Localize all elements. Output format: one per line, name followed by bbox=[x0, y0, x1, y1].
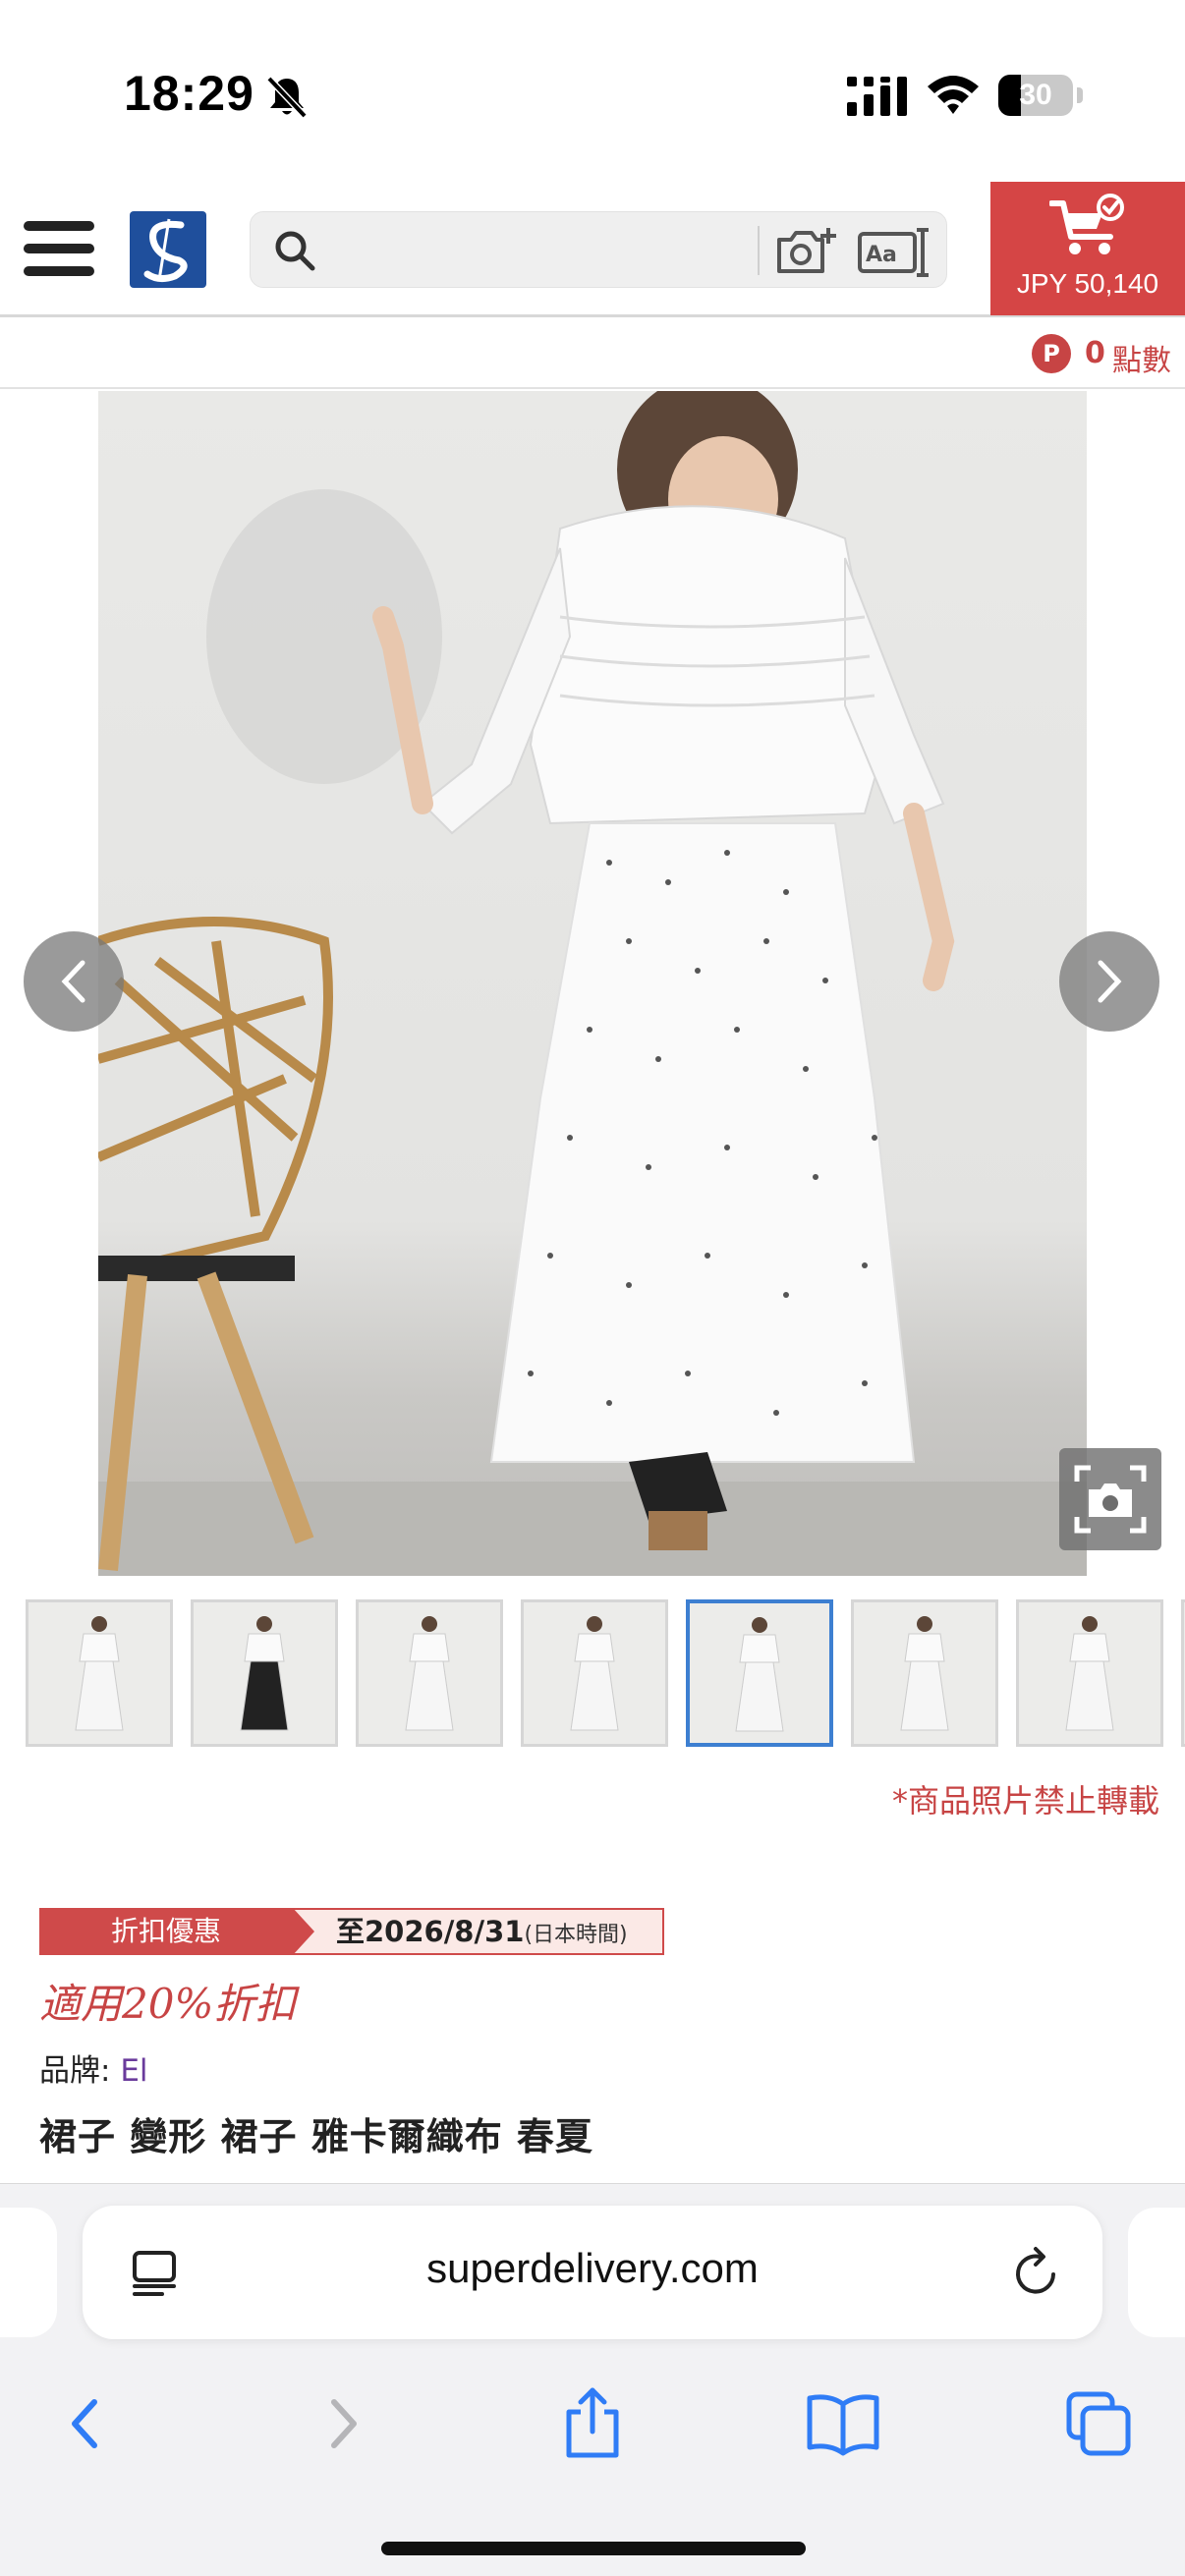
battery-level: 30 bbox=[1019, 79, 1052, 111]
promo-date: 至2026/8/31 bbox=[336, 1915, 525, 1948]
home-indicator bbox=[381, 2542, 806, 2555]
previous-tab-preview[interactable] bbox=[0, 2208, 57, 2337]
url-text: superdelivery.com bbox=[426, 2245, 759, 2291]
svg-text:Aa: Aa bbox=[866, 243, 897, 267]
next-tab-preview[interactable] bbox=[1128, 2208, 1185, 2337]
product-title: 裙子 變形 裙子 雅卡爾織布 春夏 bbox=[39, 2115, 593, 2158]
brand-label: 品牌: bbox=[39, 2053, 121, 2089]
cart-icon bbox=[1049, 194, 1124, 254]
share-icon[interactable] bbox=[553, 2384, 632, 2463]
camera-zoom-icon bbox=[1074, 1465, 1147, 1534]
thumbnail-image bbox=[240, 1616, 289, 1731]
thumbnail-7[interactable] bbox=[1016, 1599, 1163, 1747]
browser-toolbar bbox=[0, 2367, 1185, 2475]
promo-timezone: (日本時間) bbox=[524, 1923, 628, 1947]
status-bar: 18:29 30 bbox=[0, 0, 1185, 172]
browser-chrome: superdelivery.com bbox=[0, 2183, 1185, 2576]
search-box: Aa bbox=[250, 211, 947, 288]
forward-icon[interactable] bbox=[303, 2384, 381, 2463]
signal-icon bbox=[847, 77, 907, 116]
chair bbox=[98, 917, 333, 1280]
thumbnail-5[interactable] bbox=[686, 1599, 833, 1747]
thumbnail-image bbox=[405, 1616, 454, 1731]
thumbnail-3[interactable] bbox=[356, 1599, 503, 1747]
thumbnail-2[interactable] bbox=[191, 1599, 338, 1747]
thumbnail-image bbox=[900, 1616, 949, 1731]
zoom-button[interactable] bbox=[1059, 1448, 1161, 1550]
carousel-next-button[interactable] bbox=[1059, 931, 1159, 1032]
thumbnail-image bbox=[1065, 1616, 1114, 1731]
site-header: Aa JPY 50,140 bbox=[0, 172, 1185, 317]
promo-banner: 至2026/8/31(日本時間) 折扣優惠 bbox=[39, 1908, 664, 1955]
carousel-prev-button[interactable] bbox=[24, 931, 124, 1032]
brand-link[interactable]: El bbox=[120, 2053, 147, 2089]
menu-icon[interactable] bbox=[24, 221, 94, 276]
points-value: 0 bbox=[1085, 336, 1105, 370]
bell-slash-icon bbox=[266, 76, 308, 119]
thumbnail-image bbox=[570, 1616, 619, 1731]
battery-icon: 30 bbox=[998, 75, 1083, 116]
discount-text: 適用20%折扣 bbox=[39, 1980, 297, 2028]
thumbnail-strip bbox=[0, 1599, 1185, 1747]
wifi-icon bbox=[928, 76, 979, 114]
thumbnail-8[interactable] bbox=[1181, 1599, 1185, 1747]
search-icon[interactable] bbox=[272, 228, 317, 273]
promo-arrow bbox=[293, 1908, 314, 1955]
brand-row: 品牌: El bbox=[39, 2045, 148, 2090]
status-time: 18:29 bbox=[124, 66, 254, 121]
tabs-icon[interactable] bbox=[1059, 2384, 1138, 2463]
bookmarks-icon[interactable] bbox=[804, 2384, 882, 2463]
promo-label: 折扣優惠 bbox=[39, 1908, 293, 1955]
reload-icon[interactable] bbox=[1010, 2245, 1063, 2300]
text-scan-icon[interactable]: Aa bbox=[856, 226, 931, 277]
camera-search-icon[interactable] bbox=[775, 226, 836, 277]
address-bar[interactable]: superdelivery.com bbox=[83, 2206, 1102, 2339]
chevron-left-icon bbox=[61, 960, 85, 1003]
cart-total: JPY 50,140 bbox=[1016, 268, 1159, 299]
points-bar: P 0 點數 bbox=[0, 320, 1185, 389]
back-icon[interactable] bbox=[47, 2384, 126, 2463]
promo-date-box: 至2026/8/31(日本時間) bbox=[291, 1908, 664, 1955]
logo[interactable] bbox=[130, 211, 206, 288]
thumbnail-image bbox=[75, 1616, 124, 1731]
points-badge: P bbox=[1032, 334, 1071, 373]
points-unit: 點數 bbox=[1112, 344, 1171, 378]
search-divider bbox=[758, 226, 760, 275]
thumbnail-image bbox=[735, 1617, 784, 1732]
photo-copyright-note: *商品照片禁止轉載 bbox=[891, 1782, 1159, 1820]
product-main-image[interactable] bbox=[98, 391, 1087, 1576]
chevron-right-icon bbox=[1098, 960, 1122, 1003]
thumbnail-1[interactable] bbox=[26, 1599, 173, 1747]
thumbnail-6[interactable] bbox=[851, 1599, 998, 1747]
cart-button[interactable]: JPY 50,140 bbox=[990, 182, 1185, 315]
thumbnail-4[interactable] bbox=[521, 1599, 668, 1747]
